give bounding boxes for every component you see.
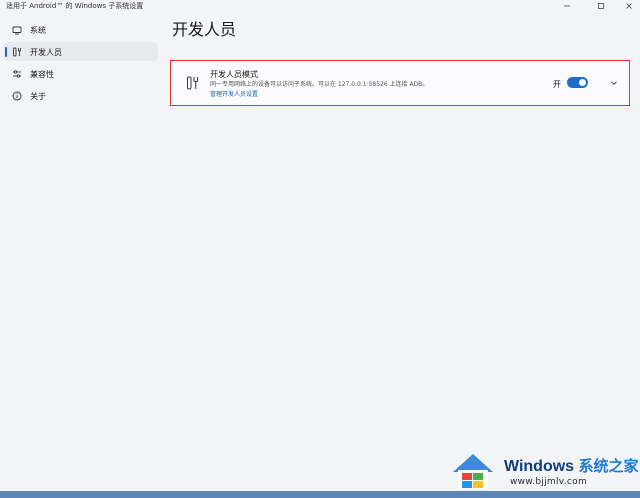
developer-tools-icon (187, 76, 198, 90)
developer-mode-card: 开发人员模式 同一专用网络上的设备可以访问子系统。可以在 127.0.0.1:5… (170, 60, 630, 106)
monitor-icon (12, 26, 22, 35)
watermark-brand-cn: 系统之家 (578, 458, 639, 475)
maximize-button[interactable] (590, 0, 612, 12)
watermark-brand-en: Windows (504, 458, 575, 475)
selection-indicator (5, 47, 7, 57)
sidebar-item-label: 兼容性 (30, 70, 54, 79)
watermark: Windows 系统之家 www.bjjmlv.com (448, 446, 639, 492)
taskbar-edge (0, 491, 640, 498)
watermark-brand: Windows 系统之家 (504, 455, 639, 476)
title-bar: 适用于 Android™ 的 Windows 子系统设置 (0, 0, 640, 14)
sidebar-item-label: 开发人员 (30, 48, 62, 57)
sliders-icon (13, 70, 21, 78)
sidebar-item-label: 关于 (30, 92, 46, 101)
developer-mode-toggle[interactable] (567, 77, 588, 88)
minimize-button[interactable] (556, 0, 578, 12)
window-title: 适用于 Android™ 的 Windows 子系统设置 (6, 2, 144, 10)
sidebar-item-label: 系统 (30, 26, 46, 35)
close-button[interactable] (618, 0, 640, 12)
close-icon (626, 3, 632, 9)
chevron-down-icon[interactable] (610, 79, 618, 87)
sidebar: 系统 开发人员 兼容性 关于 (4, 20, 158, 108)
sidebar-item-system[interactable]: 系统 (4, 20, 158, 39)
developer-mode-description: 同一专用网络上的设备可以访问子系统。可以在 127.0.0.1:58526 上连… (210, 81, 429, 88)
sidebar-item-compatibility[interactable]: 兼容性 (4, 64, 158, 83)
toggle-knob (579, 79, 586, 86)
manage-developer-settings-link[interactable]: 管理开发人员设置 (210, 89, 258, 98)
info-icon (12, 91, 22, 101)
toggle-state-label: 开 (553, 80, 561, 89)
sidebar-item-about[interactable]: 关于 (4, 86, 158, 105)
developer-tools-icon (13, 47, 21, 57)
maximize-icon (598, 3, 604, 9)
page-title: 开发人员 (172, 20, 237, 39)
sidebar-item-developer[interactable]: 开发人员 (4, 42, 158, 61)
minimize-icon (564, 5, 570, 7)
watermark-url: www.bjjmlv.com (510, 477, 588, 487)
windows-logo-icon (453, 454, 493, 489)
